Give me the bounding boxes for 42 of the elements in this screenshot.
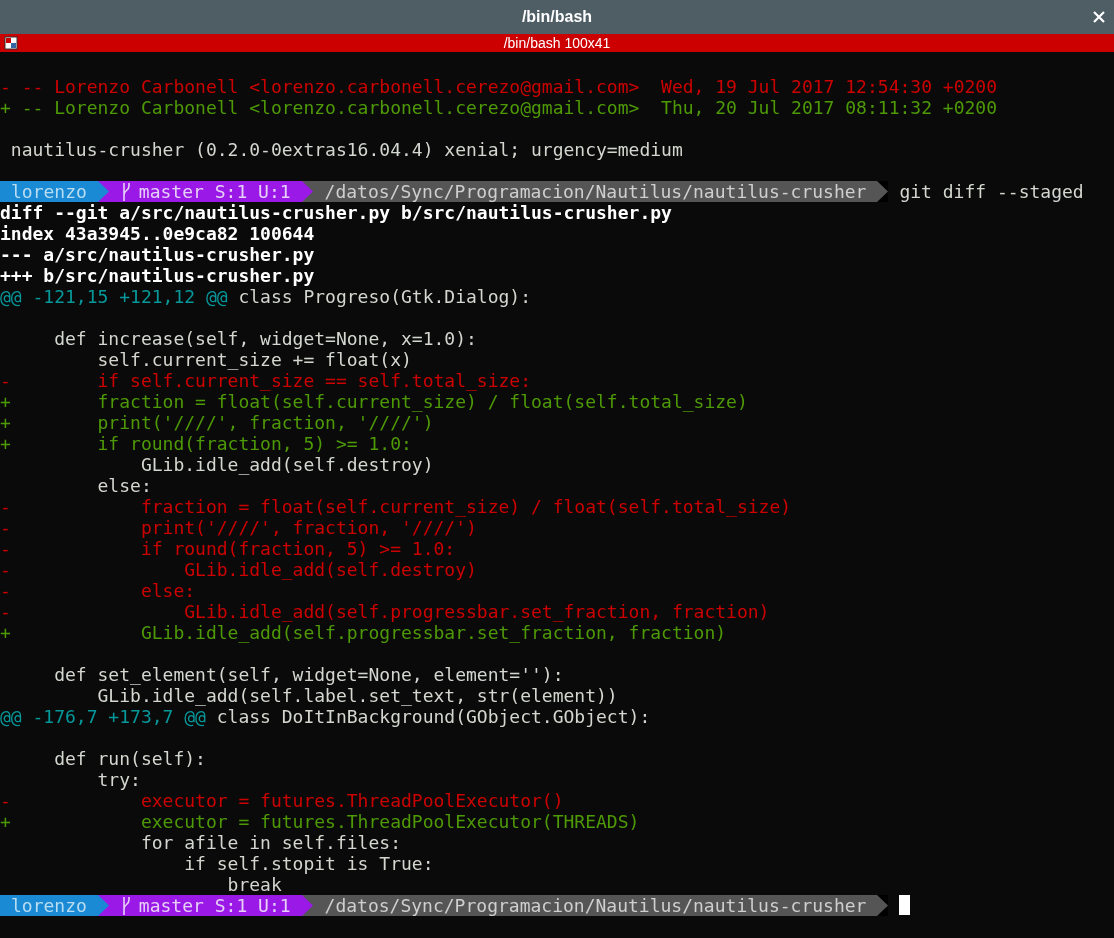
- branch-icon: [120, 896, 131, 915]
- removed-line: - else:: [0, 580, 196, 601]
- segment-arrow-icon: [877, 181, 889, 202]
- removed-line: - if round(fraction, 5) >= 1.0:: [0, 538, 456, 559]
- code-line: def set_element(self, widget=None, element=''):: [53, 664, 564, 685]
- command-text: git diff --staged: [898, 181, 1084, 202]
- added-line: + print('////', fraction, '////'): [0, 412, 434, 433]
- hunk-header-line: @@ -121,15 +121,12 @@ class Progreso(Gtk.Dialog):: [0, 286, 531, 307]
- branch-icon: [120, 182, 131, 201]
- code-line: def run(self):: [53, 748, 206, 769]
- tab-title[interactable]: /bin/bash 100x41: [503, 34, 611, 52]
- close-button[interactable]: [1092, 10, 1106, 24]
- added-line: + -- Lorenzo Carbonell <lorenzo.carbonell.cerezo@gmail.com> Thu, 20 Jul 2017 08:11:32 +0200: [0, 97, 997, 118]
- removed-line: - GLib.idle_add(self.destroy): [0, 559, 477, 580]
- code-line: for afile in self.files:: [139, 832, 401, 853]
- segment-arrow-icon: [877, 895, 889, 916]
- window-title: /bin/bash: [521, 7, 593, 27]
- code-line: def increase(self, widget=None, x=1.0):: [53, 328, 477, 349]
- code-line: GLib.idle_add(self.destroy): [139, 454, 434, 475]
- removed-line: - -- Lorenzo Carbonell <lorenzo.carbonell.cerezo@gmail.com> Wed, 19 Jul 2017 12:54:30 +0200: [0, 76, 997, 97]
- removed-line: - if self.current_size == self.total_size:: [0, 370, 531, 391]
- added-line: + fraction = float(self.current_size) / float(self.total_size): [0, 391, 748, 412]
- diff-header-line: diff --git a/src/nautilus-crusher.py b/src/nautilus-crusher.py: [0, 202, 672, 223]
- code-line: else:: [96, 475, 152, 496]
- code-line: if self.stopit is True:: [183, 853, 434, 874]
- diff-header-line: +++ b/src/nautilus-crusher.py: [0, 265, 315, 286]
- split-icon[interactable]: [4, 36, 18, 50]
- code-line: nautilus-crusher (0.2.0-0extras16.04.4) xenial; urgency=medium: [9, 139, 683, 160]
- removed-line: - executor = futures.ThreadPoolExecutor(): [0, 790, 564, 811]
- removed-line: - GLib.idle_add(self.progressbar.set_fraction, fraction): [0, 601, 770, 622]
- removed-line: - fraction = float(self.current_size) / float(self.total_size): [0, 496, 792, 517]
- hunk-header-line: @@ -176,7 +173,7 @@ class DoItInBackground(GObject.GObject):: [0, 706, 651, 727]
- diff-header-line: index 43a3945..0e9ca82 100644: [0, 223, 315, 244]
- code-line: break: [226, 874, 282, 895]
- code-line: try:: [96, 769, 141, 790]
- diff-header-line: --- a/src/nautilus-crusher.py: [0, 244, 315, 265]
- added-line: + GLib.idle_add(self.progressbar.set_fraction, fraction): [0, 622, 727, 643]
- added-line: + executor = futures.ThreadPoolExecutor(THREADS): [0, 811, 640, 832]
- removed-line: - print('////', fraction, '////'): [0, 517, 477, 538]
- code-line: self.current_size += float(x): [96, 349, 412, 370]
- added-line: + if round(fraction, 5) >= 1.0:: [0, 433, 412, 454]
- code-line: GLib.idle_add(self.label.set_text, str(element)): [96, 685, 618, 706]
